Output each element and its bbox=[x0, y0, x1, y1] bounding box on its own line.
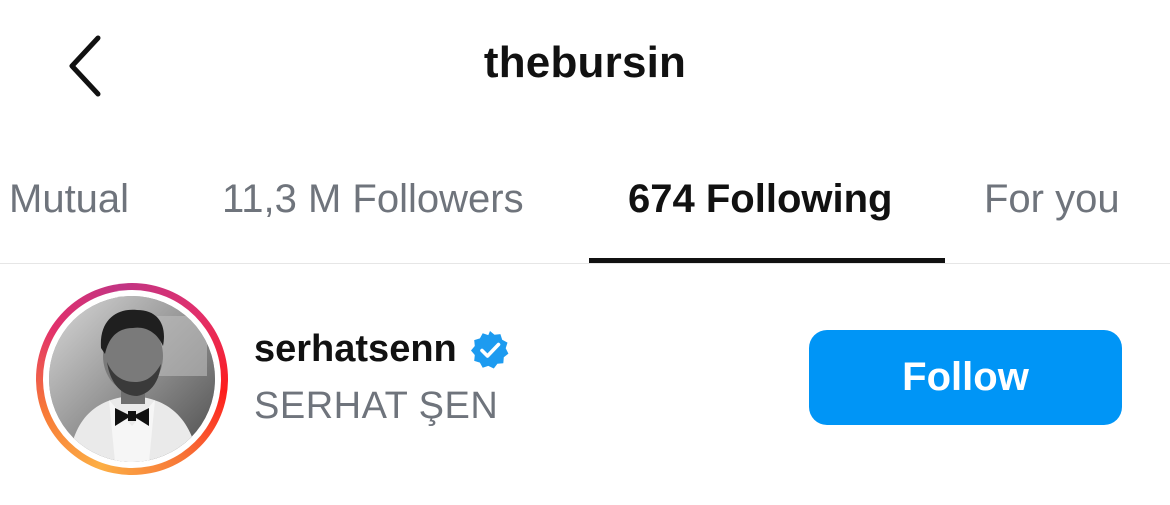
story-ring-gap bbox=[43, 290, 221, 468]
username-row[interactable]: serhatsenn bbox=[254, 328, 511, 371]
tab-mutual[interactable]: Mutual bbox=[9, 176, 129, 222]
username[interactable]: serhatsenn bbox=[254, 328, 457, 371]
full-name: SERHAT ŞEN bbox=[254, 385, 499, 427]
verified-badge-icon bbox=[470, 330, 509, 368]
tabs-divider bbox=[0, 263, 1170, 264]
following-list-screen: thebursin Mutual 11,3 M Followers 674 Fo… bbox=[0, 0, 1170, 505]
avatar-photo bbox=[49, 296, 215, 462]
follow-button[interactable]: Follow bbox=[809, 330, 1122, 425]
tab-for-you[interactable]: For you bbox=[984, 176, 1120, 222]
page-title: thebursin bbox=[483, 38, 687, 87]
tab-followers[interactable]: 11,3 M Followers bbox=[222, 176, 524, 222]
tab-following[interactable]: 674 Following bbox=[628, 176, 892, 222]
avatar[interactable] bbox=[49, 296, 215, 462]
story-ring[interactable] bbox=[36, 283, 228, 475]
